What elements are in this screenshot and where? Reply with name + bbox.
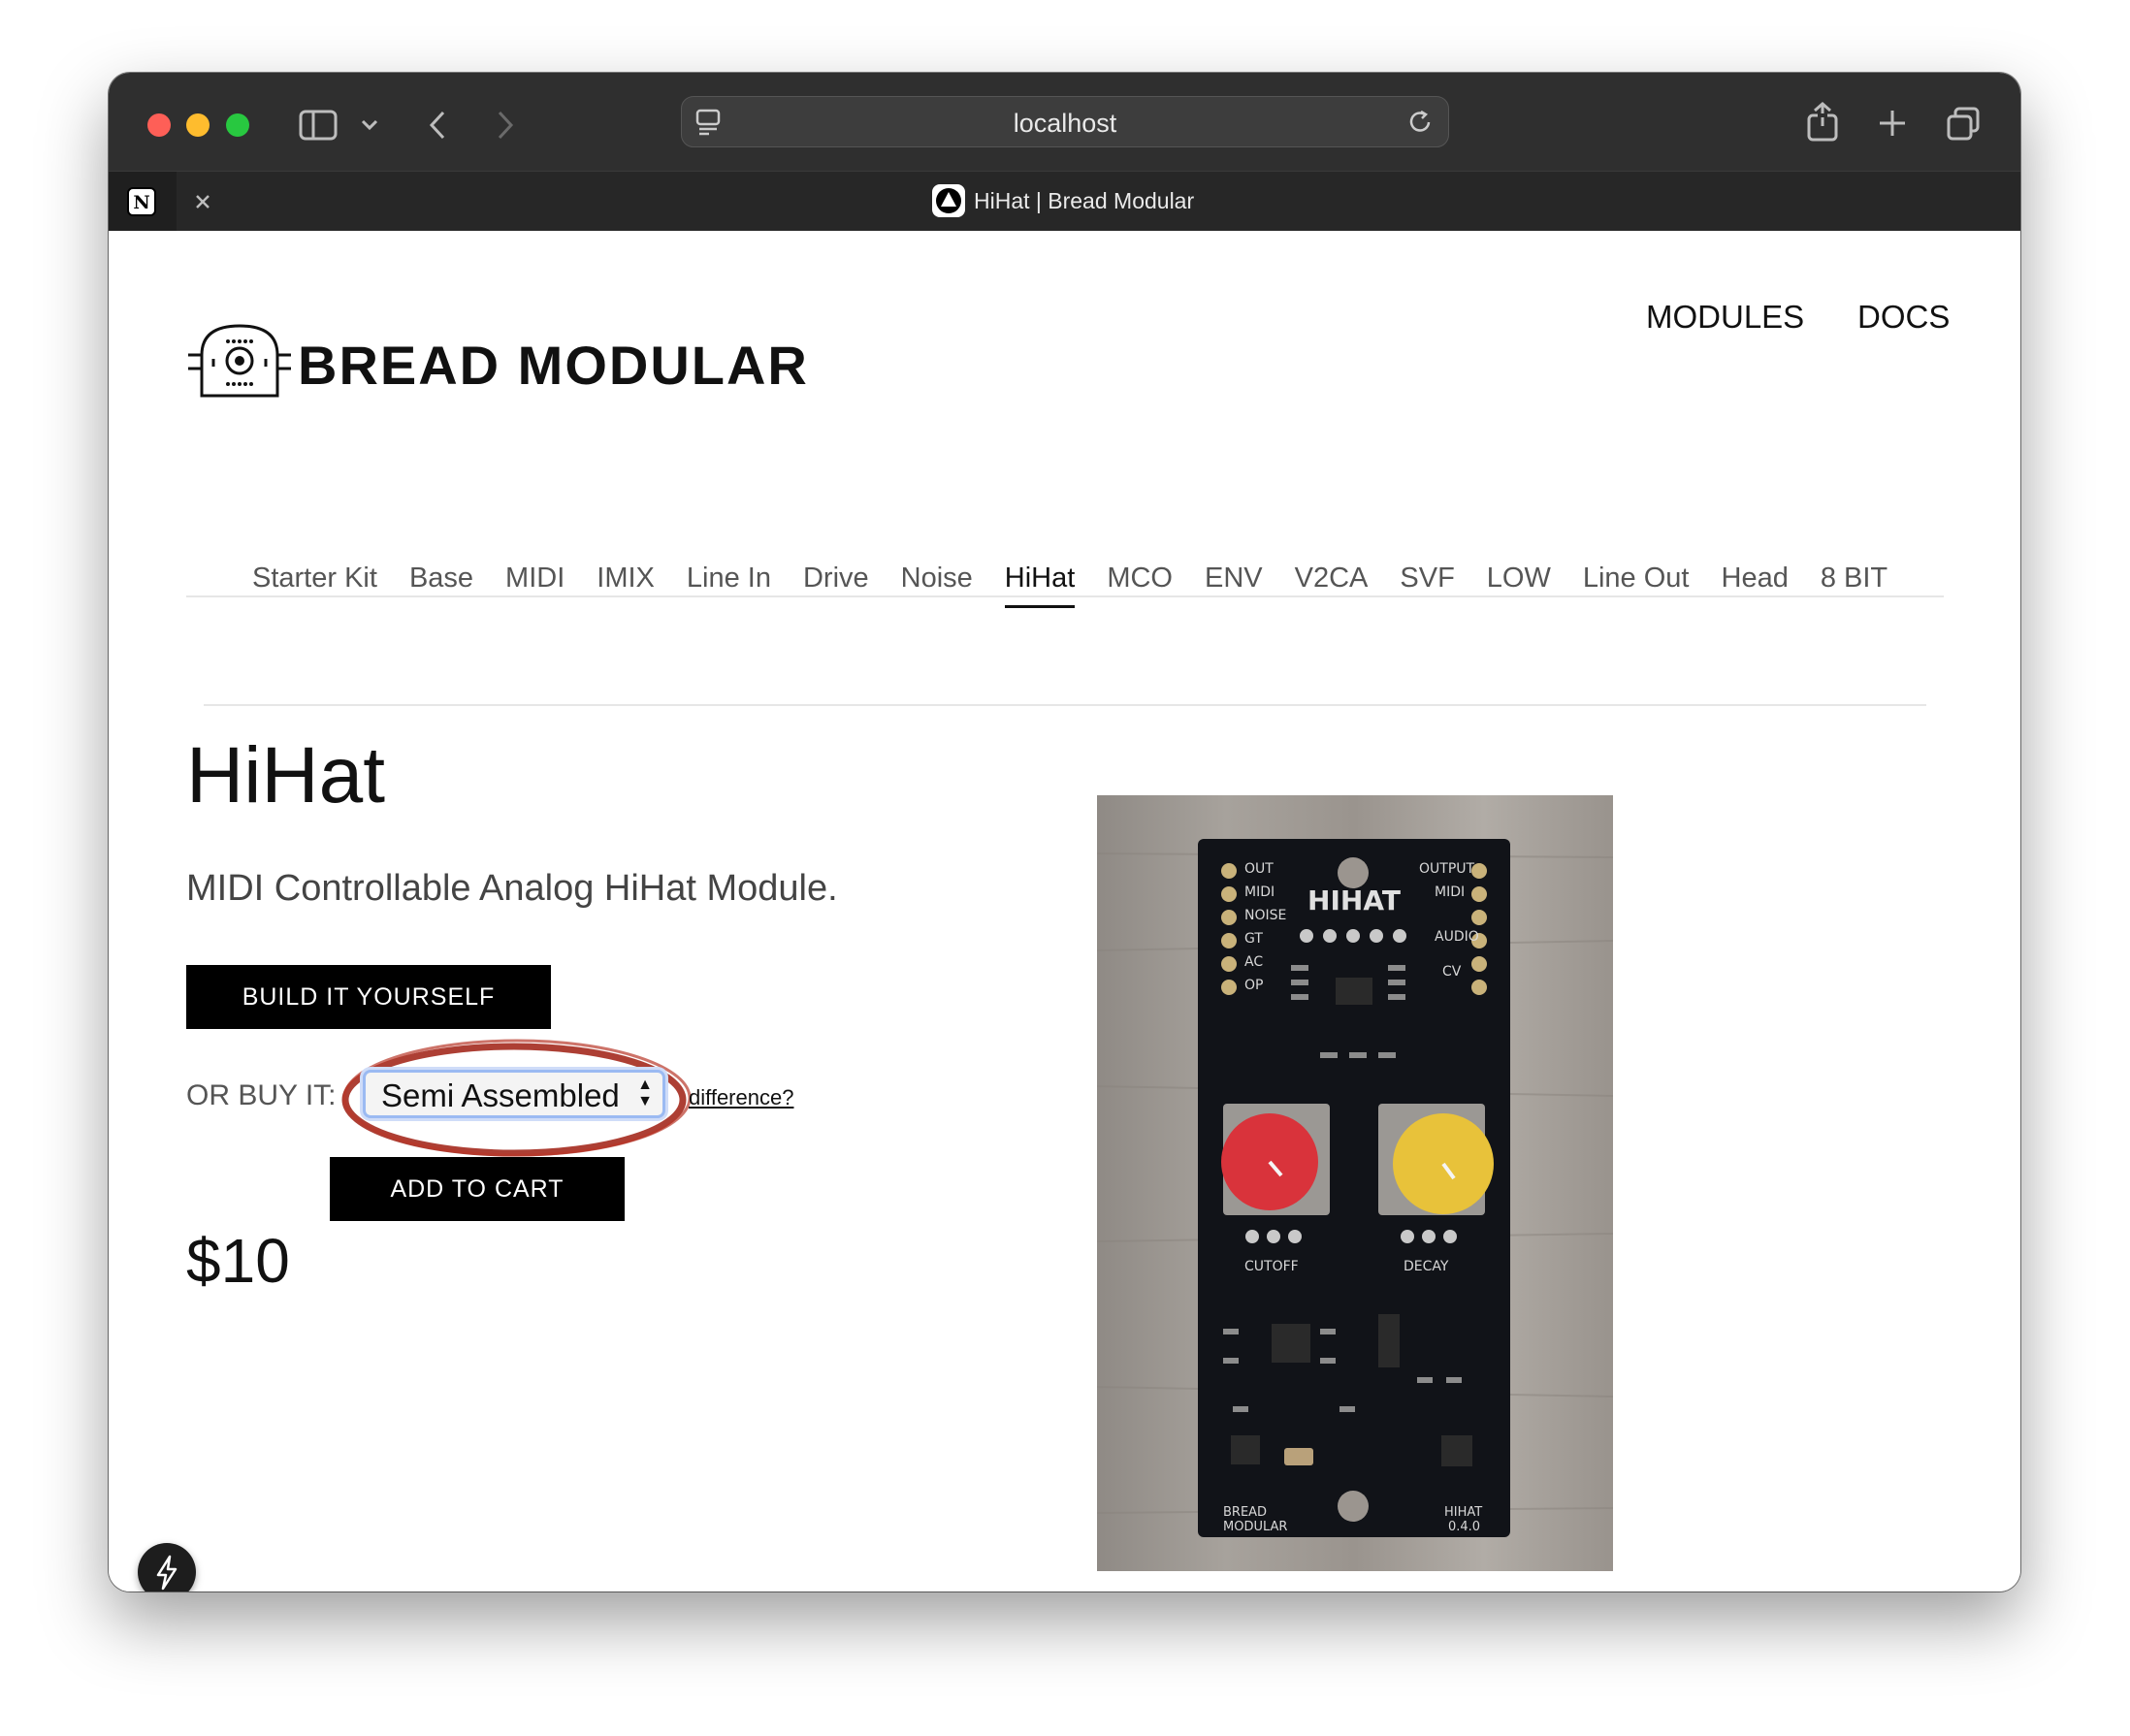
module-nav-divider	[204, 704, 1926, 706]
new-tab-icon[interactable]	[1878, 109, 1907, 138]
module-tab-mco[interactable]: MCO	[1107, 563, 1173, 595]
difference-link[interactable]: difference?	[689, 1085, 793, 1110]
module-tab-line-out[interactable]: Line Out	[1583, 563, 1690, 595]
pcb-label-cv: CV	[1442, 964, 1462, 980]
pcb-footer-modular: MODULAR	[1223, 1520, 1287, 1534]
build-it-yourself-button[interactable]: BUILD IT YOURSELF	[186, 965, 551, 1029]
pcb-label-op: OP	[1244, 978, 1263, 993]
brand-logo-link[interactable]: BREAD MODULAR	[186, 316, 807, 403]
product-photo: OUT MIDI NOISE GT AC OP OUTPUT MIDI AUDI…	[1096, 795, 1614, 1571]
site-favicon-icon	[932, 184, 965, 217]
address-bar[interactable]: localhost	[681, 96, 1449, 147]
pcb-label-decay: DECAY	[1404, 1259, 1449, 1274]
pcb-label-output: OUTPUT	[1419, 861, 1475, 877]
notion-icon: N	[127, 187, 156, 216]
zoom-window-button[interactable]	[226, 113, 249, 137]
minimize-window-button[interactable]	[186, 113, 210, 137]
module-tab-hihat[interactable]: HiHat	[1004, 563, 1075, 608]
product-title: HiHat	[186, 731, 386, 820]
svg-text:N: N	[133, 192, 149, 213]
pcb-label-gt: GT	[1244, 931, 1263, 947]
module-tab-midi[interactable]: MIDI	[505, 563, 565, 595]
browser-toolbar: localhost	[109, 73, 2020, 171]
product-subtitle: MIDI Controllable Analog HiHat Module.	[186, 868, 838, 909]
bread-logo-icon	[188, 324, 291, 398]
module-tab-env[interactable]: ENV	[1205, 563, 1263, 595]
pcb-label-audio: AUDIO	[1435, 929, 1479, 945]
tab-overview-icon[interactable]	[1946, 107, 1981, 142]
purchase-type-select[interactable]: Semi Assembled ▲ ▼	[363, 1070, 665, 1118]
close-tab-icon[interactable]	[194, 193, 211, 210]
module-tab-v2ca[interactable]: V2CA	[1295, 563, 1369, 595]
browser-window: localhost N HiHat | Bread Modular BREAD …	[109, 73, 2020, 1591]
tab-bar: N HiHat | Bread Modular	[109, 171, 2020, 232]
select-value: Semi Assembled	[381, 1077, 620, 1113]
pcb-label-out: OUT	[1244, 861, 1274, 877]
module-tab-low[interactable]: LOW	[1487, 563, 1551, 595]
module-tab-noise[interactable]: Noise	[901, 563, 973, 595]
pcb-label-midi-right: MIDI	[1435, 884, 1465, 900]
back-arrow-icon[interactable]	[427, 110, 448, 141]
share-icon[interactable]	[1806, 102, 1839, 143]
hihat-pcb-image: OUT MIDI NOISE GT AC OP OUTPUT MIDI AUDI…	[1096, 839, 1614, 1537]
tab-title: HiHat | Bread Modular	[974, 187, 1195, 213]
reload-icon[interactable]	[1407, 109, 1435, 136]
header-divider	[186, 595, 1944, 597]
pcb-footer-bread: BREAD	[1223, 1505, 1267, 1520]
select-arrows-icon: ▲ ▼	[637, 1077, 653, 1109]
add-to-cart-button[interactable]: ADD TO CART	[330, 1157, 625, 1221]
module-tab-line-in[interactable]: Line In	[687, 563, 771, 595]
product-price: $10	[186, 1226, 290, 1296]
pcb-title: HIHAT	[1307, 884, 1401, 916]
pcb-footer-version: 0.4.0	[1448, 1520, 1480, 1534]
nav-docs-link[interactable]: DOCS	[1857, 299, 1950, 336]
module-tab-8-bit[interactable]: 8 BIT	[1821, 563, 1888, 595]
pcb-label-ac: AC	[1244, 954, 1263, 970]
pinned-tab[interactable]: N	[109, 172, 177, 232]
sidebar-icon[interactable]	[299, 110, 338, 141]
module-tab-head[interactable]: Head	[1722, 563, 1789, 595]
module-tab-imix[interactable]: IMIX	[597, 563, 655, 595]
chevron-down-icon[interactable]	[361, 118, 378, 132]
pcb-label-cutoff: CUTOFF	[1244, 1259, 1299, 1274]
pcb-label-midi: MIDI	[1244, 884, 1275, 900]
brand-name: BREAD MODULAR	[298, 335, 809, 396]
module-tab-svf[interactable]: SVF	[1400, 563, 1454, 595]
active-tab[interactable]: HiHat | Bread Modular	[931, 183, 1194, 218]
pcb-footer-hihat: HIHAT	[1444, 1505, 1482, 1520]
dev-tools-button[interactable]	[138, 1543, 196, 1591]
module-tab-starter-kit[interactable]: Starter Kit	[252, 563, 377, 595]
forward-arrow-icon[interactable]	[495, 110, 516, 141]
web-page: BREAD MODULAR MODULES DOCS Starter Kit B…	[109, 231, 2020, 1591]
module-nav: Starter Kit Base MIDI IMIX Line In Drive…	[252, 563, 1920, 608]
module-tab-drive[interactable]: Drive	[803, 563, 869, 595]
nav-modules-link[interactable]: MODULES	[1646, 299, 1804, 336]
module-tab-base[interactable]: Base	[409, 563, 473, 595]
lightning-icon	[156, 1555, 178, 1591]
close-window-button[interactable]	[147, 113, 171, 137]
pcb-label-noise: NOISE	[1244, 908, 1286, 923]
url-text: localhost	[1013, 109, 1117, 138]
